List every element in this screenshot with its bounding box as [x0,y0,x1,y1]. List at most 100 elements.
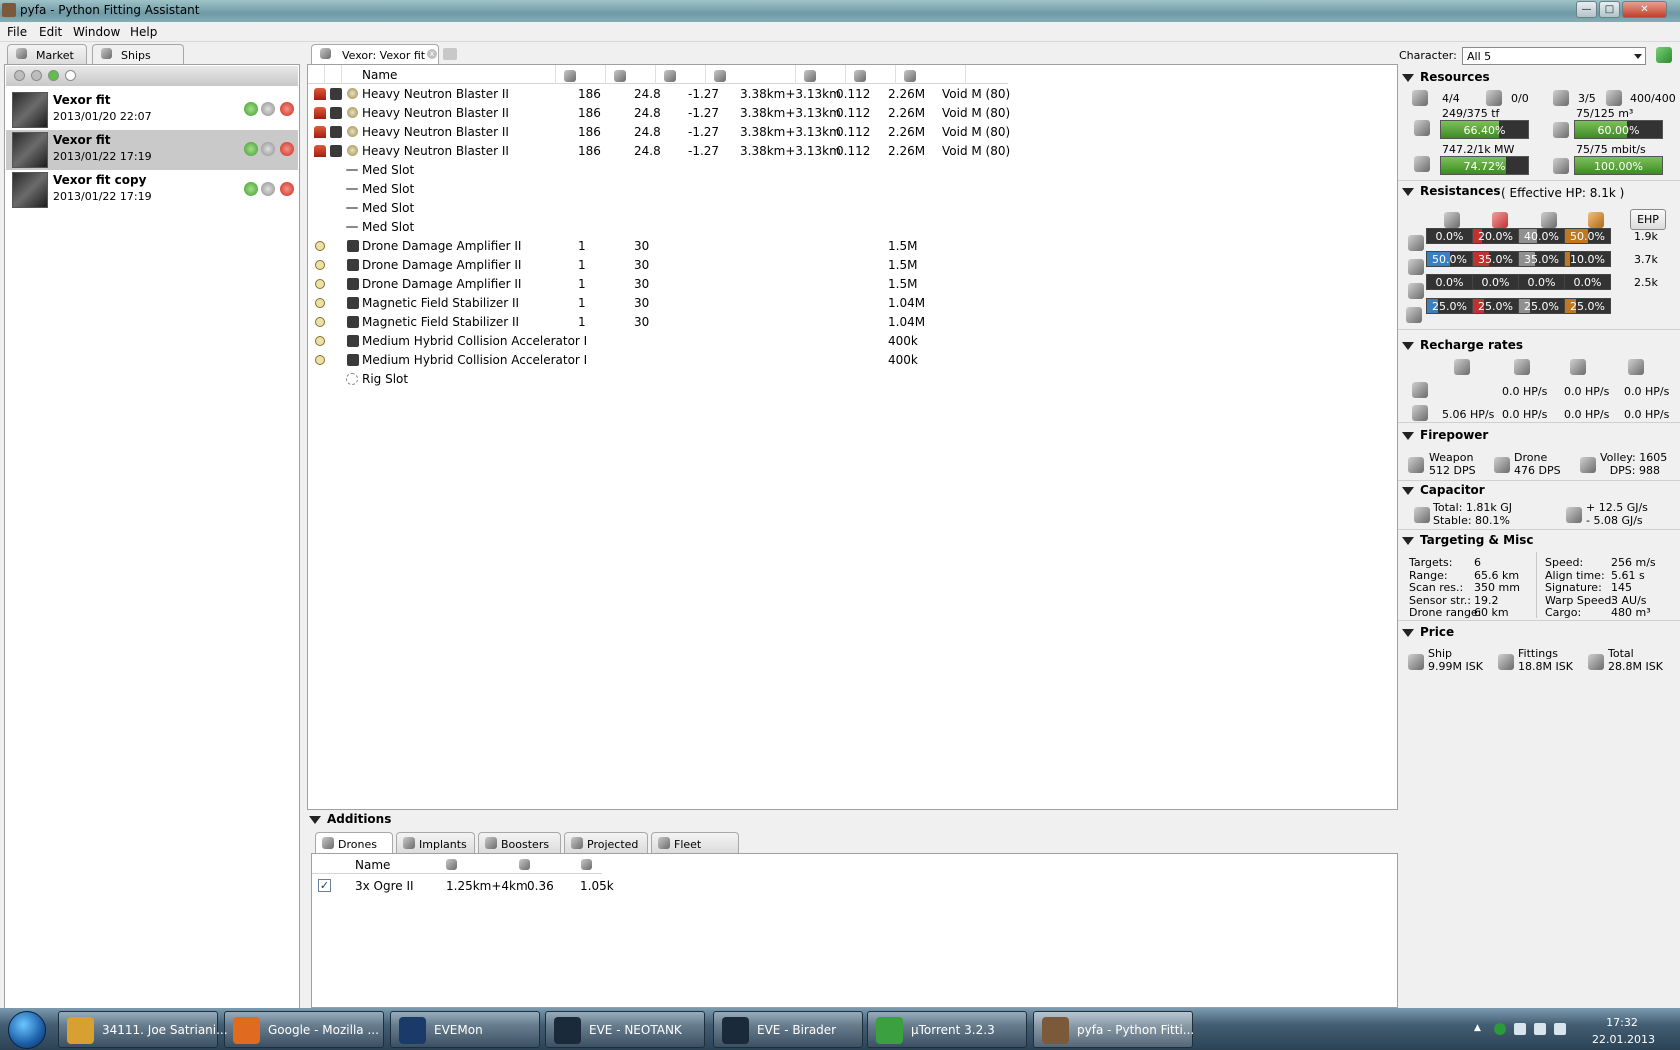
delete-fit-button[interactable] [280,182,294,196]
taskbar-item[interactable]: EVE - Birader [713,1011,863,1048]
utorrent-tray-icon[interactable] [1494,1023,1506,1035]
menu-window[interactable]: Window [73,25,120,39]
slot-column-header[interactable] [325,65,342,84]
start-button[interactable] [8,1011,46,1049]
price-column-header[interactable] [846,65,896,84]
resistance-cell: 0.0% [1518,274,1565,290]
tab-projected[interactable]: Projected [564,832,648,853]
recharge-title: Recharge rates [1420,338,1523,352]
fitting-row[interactable]: Med Slot [308,180,1397,199]
fitting-row[interactable]: Med Slot [308,218,1397,237]
fitting-row[interactable]: Magnetic Field Stabilizer II 1 30 1.04M [308,294,1397,313]
resistance-cell: 50.0% [1564,228,1611,244]
module-state-icon [315,336,325,346]
fitting-row[interactable]: Med Slot [308,161,1397,180]
firepower-section-header[interactable]: Firepower [1402,428,1488,442]
fitting-row[interactable]: Medium Hybrid Collision Accelerator I 400… [308,351,1397,370]
taskbar-item[interactable]: Google - Mozilla ... [224,1011,384,1048]
resistance-value: 25.0% [1432,300,1467,313]
price-section-header[interactable]: Price [1402,625,1454,639]
rename-fit-button[interactable] [261,182,275,196]
ammo-column-header[interactable] [896,65,966,84]
copy-fit-button[interactable] [244,142,258,156]
rename-fit-button[interactable] [261,142,275,156]
drone-tracking-header[interactable] [519,857,530,871]
targeting-section-header[interactable]: Targeting & Misc [1402,533,1534,547]
taskbar-item[interactable]: EVE - NEOTANK [545,1011,705,1048]
tracking-column-header[interactable] [796,65,846,84]
tab-boosters[interactable]: Boosters [478,832,561,853]
tab-implants[interactable]: Implants [396,832,475,853]
shield-recharge-icon [1454,359,1470,375]
search-icon[interactable] [65,70,76,81]
tab-ships[interactable]: Ships [92,44,184,64]
tracking-value: 0.112 [836,87,871,101]
delete-fit-button[interactable] [280,142,294,156]
ship-fit-item[interactable]: Vexor fit 2013/01/20 22:07 [6,90,298,130]
resistances-section-header[interactable]: Resistances [1402,184,1501,198]
menu-edit[interactable]: Edit [39,25,62,39]
range-column-header[interactable] [706,65,796,84]
back-icon[interactable] [31,70,42,81]
show-hidden-icons-icon[interactable]: ▲ [1474,1023,1482,1035]
menu-help[interactable]: Help [130,25,157,39]
menu-file[interactable]: File [7,25,27,39]
character-editor-icon[interactable] [1656,47,1672,63]
ehp-toggle-button[interactable]: EHP [1630,209,1666,230]
fitting-row[interactable]: Drone Damage Amplifier II 1 30 1.5M [308,275,1397,294]
tab-fit[interactable]: Vexor: Vexor fit x [311,44,439,64]
powergrid-column-header[interactable] [606,65,656,84]
resources-section-header[interactable]: Resources [1402,70,1490,84]
fitting-row[interactable]: Rig Slot [308,370,1397,389]
tab-fleet[interactable]: Fleet [651,832,739,853]
recharge-section-header[interactable]: Recharge rates [1402,338,1523,352]
network-icon[interactable] [1534,1023,1546,1035]
fitting-row[interactable]: Med Slot [308,199,1397,218]
taskbar-item[interactable]: µTorrent 3.2.3 [867,1011,1027,1048]
taskbar-item[interactable]: 34111. Joe Satriani... [58,1011,228,1048]
volume-icon[interactable] [1554,1023,1566,1035]
misc-value: 256 m/s [1611,556,1656,569]
character-select[interactable]: All 5 [1462,47,1646,65]
drone-name-header[interactable]: Name [355,858,390,872]
fitting-row[interactable]: Heavy Neutron Blaster II 186 24.8 -1.27 3.38… [308,142,1397,161]
close-button[interactable]: ✕ [1622,1,1667,18]
clock-date[interactable]: 22.01.2013 [1592,1033,1655,1046]
copy-fit-button[interactable] [244,182,258,196]
fitting-row[interactable]: Heavy Neutron Blaster II 186 24.8 -1.27 3.38… [308,85,1397,104]
new-tab-icon[interactable] [443,48,457,60]
tab-drones[interactable]: Drones [315,832,393,853]
drone-name[interactable]: 3x Ogre II [355,879,414,893]
fitting-row[interactable]: Heavy Neutron Blaster II 186 24.8 -1.27 3.38… [308,104,1397,123]
rename-fit-button[interactable] [261,102,275,116]
delete-fit-button[interactable] [280,102,294,116]
name-column-header[interactable]: Name [342,65,556,84]
clock-time[interactable]: 17:32 [1592,1016,1652,1029]
drone-range-header[interactable] [446,857,457,871]
ship-fit-item[interactable]: Vexor fit copy 2013/01/22 17:19 [6,170,298,210]
cpu-column-header[interactable] [556,65,606,84]
taskbar-item[interactable]: pyfa - Python Fitti... [1033,1011,1194,1048]
fitting-row[interactable]: Magnetic Field Stabilizer II 1 30 1.04M [308,313,1397,332]
state-column-header[interactable] [308,65,325,84]
drone-active-checkbox[interactable]: ✓ [318,879,331,892]
fitting-row[interactable]: Heavy Neutron Blaster II 186 24.8 -1.27 3.38… [308,123,1397,142]
additions-header[interactable]: Additions [309,812,391,826]
taskbar-item[interactable]: EVEMon [390,1011,540,1048]
resistance-value: 35.0% [1524,253,1559,266]
copy-fit-button[interactable] [244,102,258,116]
fitting-row[interactable]: Drone Damage Amplifier II 1 30 1.5M [308,237,1397,256]
capacitor-section-header[interactable]: Capacitor [1402,483,1485,497]
new-fit-icon[interactable] [48,70,59,81]
capacitor-column-header[interactable] [656,65,706,84]
minimize-button[interactable]: — [1576,1,1597,18]
ship-fit-item-selected[interactable]: Vexor fit 2013/01/22 17:19 [6,130,298,170]
tab-market[interactable]: Market [7,44,87,64]
flag-icon[interactable] [1514,1023,1526,1035]
fitting-row[interactable]: Drone Damage Amplifier II 1 30 1.5M [308,256,1397,275]
maximize-button[interactable]: □ [1599,1,1620,18]
first-icon[interactable] [14,70,25,81]
close-tab-icon[interactable]: x [427,49,437,59]
fitting-row[interactable]: Medium Hybrid Collision Accelerator I 400… [308,332,1397,351]
drone-speed-header[interactable] [581,857,592,871]
